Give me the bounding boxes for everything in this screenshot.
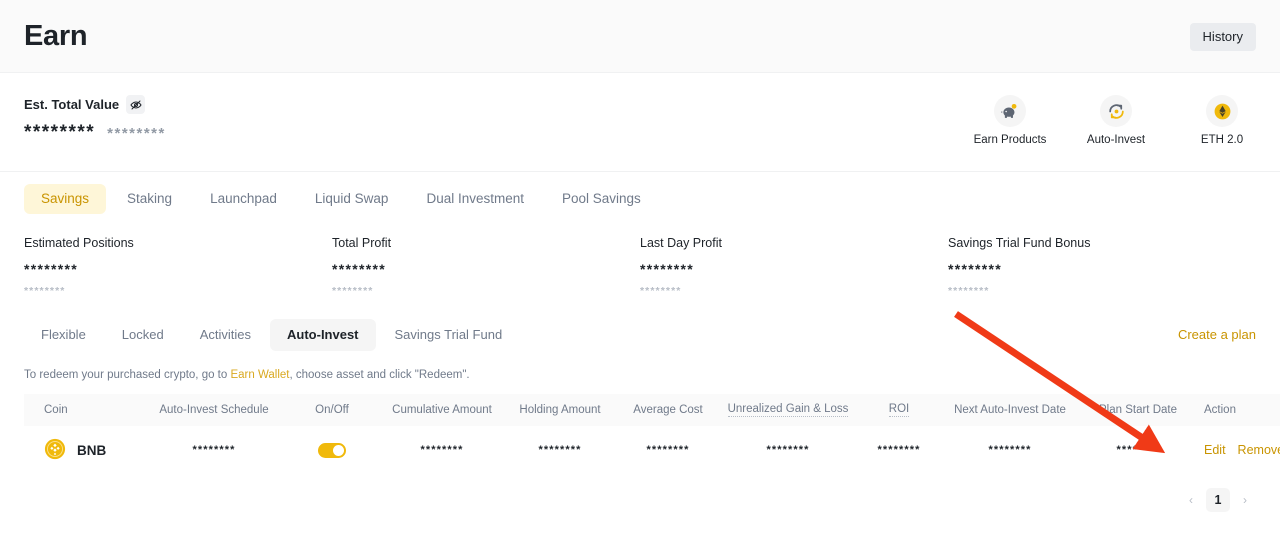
cell-plan-start-date: ******** (1116, 444, 1160, 456)
est-secondary-value: ******** (107, 125, 166, 142)
stat-label: Savings Trial Fund Bonus (948, 236, 1091, 250)
bnb-coin-icon (44, 438, 66, 463)
sub-tabs-row: Flexible Locked Activities Auto-Invest S… (0, 319, 1280, 351)
stat-savings-trial-fund-bonus: Savings Trial Fund Bonus ******** ******… (948, 236, 1256, 297)
col-coin: Coin (44, 404, 68, 416)
est-total-value-label: Est. Total Value (24, 97, 120, 112)
quicklinks: Earn Products Auto-Invest ETH 2.0 (974, 95, 1258, 146)
stat-last-day-profit: Last Day Profit ******** ******** (640, 236, 948, 297)
tab-pool-savings[interactable]: Pool Savings (545, 184, 658, 214)
subtab-savings-trial-fund[interactable]: Savings Trial Fund (378, 319, 520, 351)
quicklink-earn-products[interactable]: Earn Products (974, 95, 1046, 146)
earn-page: Earn History Est. Total Value ******** *… (0, 0, 1280, 544)
stat-secondary-value: ******** (332, 285, 374, 297)
col-holding-amount: Holding Amount (519, 404, 601, 416)
redeem-note-before: To redeem your purchased crypto, go to (24, 369, 231, 381)
cell-holding-amount: ******** (538, 444, 582, 456)
chevron-left-icon[interactable]: ‹ (1180, 489, 1202, 511)
tab-staking[interactable]: Staking (110, 184, 189, 214)
create-a-plan-link[interactable]: Create a plan (1178, 327, 1256, 342)
pagination: ‹ 1 › (0, 474, 1280, 512)
stat-total-profit: Total Profit ******** ******** (332, 236, 640, 297)
col-cumulative-amount: Cumulative Amount (392, 404, 492, 416)
earn-wallet-link[interactable]: Earn Wallet (230, 369, 289, 381)
quicklink-label: Earn Products (973, 134, 1047, 146)
redeem-note: To redeem your purchased crypto, go to E… (0, 369, 1280, 381)
subtab-activities[interactable]: Activities (183, 319, 268, 351)
cell-average-cost: ******** (646, 444, 690, 456)
stats-row: Estimated Positions ******** ******** To… (0, 214, 1280, 297)
stat-estimated-positions: Estimated Positions ******** ******** (24, 236, 332, 297)
summary-section: Est. Total Value ******** ******** Earn … (0, 73, 1280, 172)
auto-invest-refresh-icon (1100, 95, 1132, 127)
cell-action: Edit Remove Plan (1198, 426, 1280, 474)
quicklink-label: ETH 2.0 (1200, 134, 1244, 146)
quicklink-eth-2[interactable]: ETH 2.0 (1186, 95, 1258, 146)
col-auto-invest-schedule: Auto-Invest Schedule (159, 404, 269, 416)
col-roi[interactable]: ROI (856, 394, 942, 426)
stat-primary-value: ******** (332, 261, 386, 277)
quicklink-auto-invest[interactable]: Auto-Invest (1080, 95, 1152, 146)
col-average-cost: Average Cost (633, 404, 703, 416)
stat-secondary-value: ******** (24, 285, 66, 297)
stat-label: Total Profit (332, 236, 392, 250)
tab-launchpad[interactable]: Launchpad (193, 184, 294, 214)
stat-label: Estimated Positions (24, 236, 134, 250)
main-tabs: Savings Staking Launchpad Liquid Swap Du… (0, 172, 1280, 214)
est-primary-value: ******** (24, 122, 96, 143)
stat-primary-value: ******** (24, 261, 78, 277)
auto-invest-table: Coin Auto-Invest Schedule On/Off Cumulat… (24, 394, 1280, 474)
remove-plan-link[interactable]: Remove Plan (1238, 443, 1280, 457)
stat-secondary-value: ******** (948, 285, 990, 297)
coin-name: BNB (77, 442, 107, 458)
cell-unrealized-gain-loss: ******** (766, 444, 810, 456)
cell-coin: BNB (24, 426, 144, 474)
col-action: Action (1204, 404, 1236, 416)
quicklink-label: Auto-Invest (1086, 134, 1146, 146)
stat-primary-value: ******** (948, 261, 1002, 277)
subtab-auto-invest[interactable]: Auto-Invest (270, 319, 376, 351)
chevron-right-icon[interactable]: › (1234, 489, 1256, 511)
cell-roi: ******** (877, 444, 921, 456)
col-plan-start-date: Plan Start Date (1099, 404, 1177, 416)
auto-invest-table-wrap: Coin Auto-Invest Schedule On/Off Cumulat… (0, 394, 1280, 474)
tab-savings[interactable]: Savings (24, 184, 107, 214)
table-head: Coin Auto-Invest Schedule On/Off Cumulat… (24, 394, 1280, 426)
table-header-row: Coin Auto-Invest Schedule On/Off Cumulat… (24, 394, 1280, 426)
col-next-auto-invest-date: Next Auto-Invest Date (954, 404, 1066, 416)
sub-tabs: Flexible Locked Activities Auto-Invest S… (24, 319, 519, 351)
edit-plan-link[interactable]: Edit (1204, 443, 1226, 457)
cell-next-auto-invest-date: ******** (988, 444, 1032, 456)
page-header: Earn History (0, 0, 1280, 73)
cell-cumulative-amount: ******** (420, 444, 464, 456)
col-unrealized-gain-loss[interactable]: Unrealized Gain & Loss (720, 394, 856, 426)
cell-schedule: ******** (192, 444, 236, 456)
tab-liquid-swap[interactable]: Liquid Swap (298, 184, 406, 214)
piggy-bank-icon (994, 95, 1026, 127)
tab-dual-investment[interactable]: Dual Investment (409, 184, 541, 214)
stat-label: Last Day Profit (640, 236, 722, 250)
page-number-1[interactable]: 1 (1206, 488, 1230, 512)
subtab-locked[interactable]: Locked (105, 319, 181, 351)
ethereum-icon (1206, 95, 1238, 127)
history-button[interactable]: History (1189, 23, 1256, 51)
cell-on-off (284, 426, 380, 474)
subtab-flexible[interactable]: Flexible (24, 319, 103, 351)
table-body: BNB ******** ******** ******** ******** … (24, 426, 1280, 474)
on-off-toggle[interactable] (318, 442, 346, 458)
page-title: Earn (24, 19, 88, 52)
eye-off-icon[interactable] (126, 95, 146, 114)
stat-secondary-value: ******** (640, 285, 682, 297)
toggle-knob (333, 444, 344, 456)
col-on-off: On/Off (315, 404, 349, 416)
stat-primary-value: ******** (640, 261, 694, 277)
redeem-note-after: , choose asset and click "Redeem". (289, 369, 470, 381)
table-row: BNB ******** ******** ******** ******** … (24, 426, 1280, 474)
